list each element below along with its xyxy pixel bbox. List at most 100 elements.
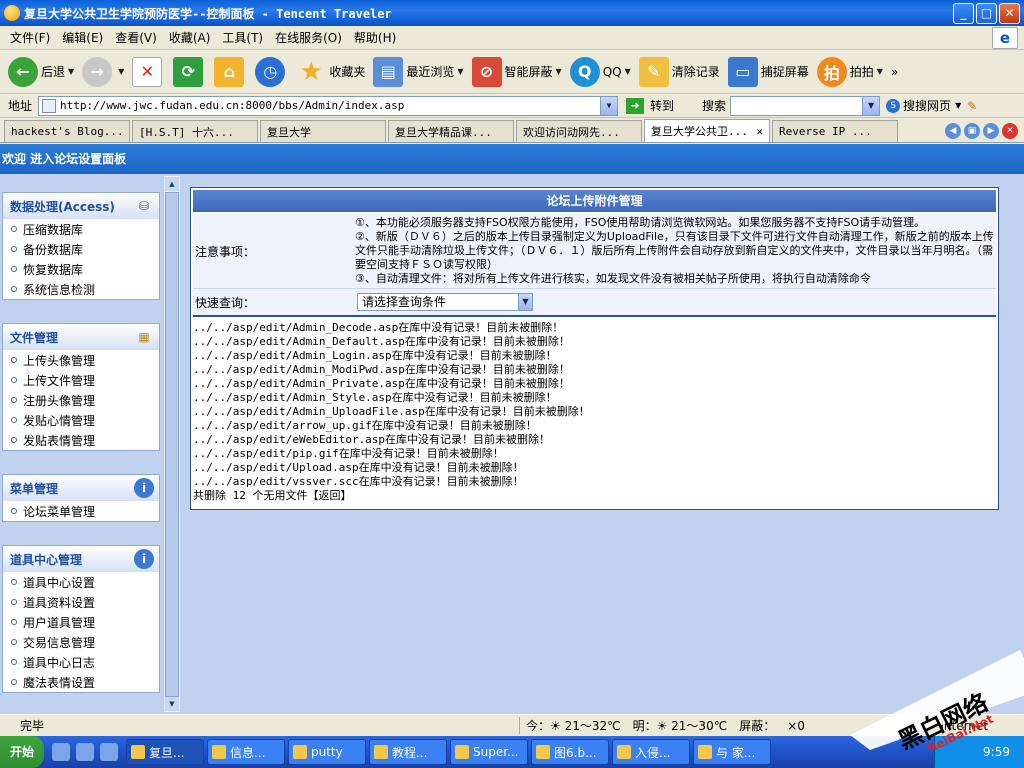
recent-pages-icon: ▤ (373, 56, 404, 87)
page-icon (42, 98, 57, 113)
refresh-button[interactable]: ⟳ (173, 56, 206, 87)
sidebar-item-trade-info[interactable]: 交易信息管理 (3, 632, 159, 652)
menu-edit[interactable]: 编辑(E) (62, 29, 103, 46)
recent-button[interactable]: ▤ 最近浏览 ▼ (373, 56, 464, 87)
minimize-button[interactable]: _ (953, 3, 974, 24)
stop-button[interactable]: ✕ (132, 56, 165, 87)
zone-text: Internet (940, 718, 988, 733)
quick-launch-browser-icon[interactable] (52, 743, 70, 761)
tab-close-icon[interactable]: ✕ (756, 125, 763, 138)
menu-help[interactable]: 帮助(H) (354, 29, 396, 46)
taskbar-item[interactable]: 入侵... (612, 739, 690, 765)
window-icon (617, 745, 631, 759)
scroll-thumb[interactable] (165, 192, 179, 697)
sidebar-item-props-data[interactable]: 道具资料设置 (3, 592, 159, 612)
panel-header[interactable]: 文件管理 ▦ (3, 324, 159, 350)
panel-caption: 论坛上传附件管理 (193, 190, 996, 212)
menu-favorites[interactable]: 收藏(A) (169, 29, 211, 46)
capture-screen-button[interactable]: ▭ 捕捉屏幕 (727, 56, 809, 87)
search-engine-button[interactable]: S 搜搜网页 ▼ (886, 97, 961, 114)
menu-tools[interactable]: 工具(T) (222, 29, 263, 46)
tab-hst[interactable]: [H.S.T] 十六... (132, 120, 258, 142)
select-dropdown-icon[interactable]: ▼ (518, 294, 532, 310)
sidebar-item-props-log[interactable]: 道具中心日志 (3, 652, 159, 672)
taskbar-item[interactable]: 图6.b... (531, 739, 609, 765)
taskbar-item[interactable]: 信息... (207, 739, 285, 765)
menu-online-service[interactable]: 在线服务(O) (275, 29, 342, 46)
taskbar-item[interactable]: 与 家... (693, 739, 771, 765)
brush-icon: ✎ (638, 56, 669, 87)
smart-block-button[interactable]: ⊘ 智能屏蔽 ▼ (471, 56, 562, 87)
tab-list-icon[interactable]: ▣ (964, 123, 980, 139)
tab-controls: ◀ ▣ ▶ ✕ (945, 123, 1018, 139)
panel-header[interactable]: 数据处理(Access) ⛁ (3, 193, 159, 219)
sidebar-item-backup-db[interactable]: 备份数据库 (3, 239, 159, 259)
toolbar-overflow-button[interactable]: » (891, 65, 898, 79)
tab-fudan-courses[interactable]: 复旦大学精品课... (388, 120, 514, 142)
clear-history-button[interactable]: ✎ 清除记录 (638, 56, 720, 87)
tab-fudan-public-health[interactable]: 复旦大学公共卫... ✕ (644, 119, 770, 142)
scroll-up-icon[interactable]: ▲ (165, 177, 179, 191)
taskbar-item[interactable]: Super... (450, 739, 528, 765)
favorites-button[interactable]: ★ 收藏夹 (296, 56, 366, 87)
sidebar-item-system-info[interactable]: 系统信息检测 (3, 279, 159, 299)
sidebar-item-restore-db[interactable]: 恢复数据库 (3, 259, 159, 279)
sidebar-item-register-avatar[interactable]: 注册头像管理 (3, 390, 159, 410)
quick-query-row: 快速查询： 请选择查询条件 ▼ (193, 289, 996, 317)
tab-dvbbs[interactable]: 欢迎访问动网先... (516, 120, 642, 142)
close-button[interactable]: ✕ (999, 3, 1020, 24)
qq-button[interactable]: Q QQ ▼ (569, 56, 631, 87)
sidebar-item-upload-avatar[interactable]: 上传头像管理 (3, 350, 159, 370)
sidebar-item-magic-emoticon[interactable]: 魔法表情设置 (3, 672, 159, 692)
sidebar-item-props-settings[interactable]: 道具中心设置 (3, 572, 159, 592)
tab-back-icon[interactable]: ◀ (945, 123, 961, 139)
scroll-down-icon[interactable]: ▼ (165, 697, 179, 711)
go-button[interactable]: ➜ 转到 (626, 97, 674, 114)
panel-header[interactable]: 菜单管理 i (3, 475, 159, 501)
menu-view[interactable]: 查看(V) (115, 29, 157, 46)
panel-file-management: 文件管理 ▦ 上传头像管理 上传文件管理 注册头像管理 发贴心情管理 发贴表情管理 (2, 323, 160, 451)
menu-file[interactable]: 文件(F) (10, 29, 50, 46)
address-input[interactable]: http://www.jwc.fudan.edu.cn:8000/bbs/Adm… (38, 95, 619, 116)
toolbar: ← 后退 ▼ → ▼ ✕ ⟳ ⌂ ◷ ★ 收藏夹 ▤ 最近浏览 ▼ ⊘ 智能屏蔽 ▼ Q… (0, 50, 1024, 94)
summary-text[interactable]: 共删除 12 个无用文件【返回】 (193, 489, 996, 503)
sidebar-item-forum-menu[interactable]: 论坛菜单管理 (3, 501, 159, 521)
search-dropdown-icon[interactable]: ▼ (862, 96, 880, 115)
history-button[interactable]: ◷ (255, 56, 288, 87)
sidebar-item-compress-db[interactable]: 压缩数据库 (3, 219, 159, 239)
forward-button[interactable]: → ▼ (82, 56, 124, 87)
back-button[interactable]: ← 后退 ▼ (8, 56, 74, 87)
start-button[interactable]: 开始 (0, 736, 44, 768)
back-dropdown-icon[interactable]: ▼ (68, 67, 74, 76)
tab-fudan[interactable]: 复旦大学 (260, 120, 386, 142)
panel-header[interactable]: 道具中心管理 i (3, 546, 159, 572)
taskbar-item[interactable]: putty (288, 739, 366, 765)
query-condition-select[interactable]: 请选择查询条件 ▼ (357, 293, 533, 311)
search-input[interactable]: ▼ (730, 95, 881, 116)
sidebar-item-user-props[interactable]: 用户道具管理 (3, 612, 159, 632)
sidebar-item-upload-file[interactable]: 上传文件管理 (3, 370, 159, 390)
taskbar-item[interactable]: 复旦... (126, 739, 204, 765)
tab-reverse-ip[interactable]: Reverse IP ... (772, 120, 898, 142)
quick-launch-desktop-icon[interactable] (100, 743, 118, 761)
window-icon (698, 745, 712, 759)
notice-text: ①、本功能必须服务器支持FSO权限方能使用，FSO使用帮助请浏览微软网站。如果您… (355, 216, 994, 285)
sidebar-item-post-mood[interactable]: 发贴心情管理 (3, 410, 159, 430)
system-tray: 9:59 (934, 736, 1024, 768)
home-button[interactable]: ⌂ (214, 56, 247, 87)
back-arrow-icon: ← (8, 56, 38, 87)
paipai-button[interactable]: 拍 拍拍 ▼ (816, 56, 883, 87)
sidebar-scrollbar[interactable]: ▲ ▼ (163, 176, 180, 712)
address-dropdown-icon[interactable]: ▼ (600, 96, 618, 115)
tab-bar: hackest's Blog... [H.S.T] 十六... 复旦大学 复旦大… (0, 119, 1024, 143)
pen-icon[interactable]: ✎ (967, 99, 977, 113)
tab-hackest-blog[interactable]: hackest's Blog... (4, 120, 130, 142)
quick-launch-app-icon[interactable] (76, 743, 94, 761)
maximize-button[interactable]: □ (976, 3, 997, 24)
block-count[interactable]: ×0 (781, 719, 811, 733)
star-icon: ★ (299, 56, 323, 87)
tab-forward-icon[interactable]: ▶ (983, 123, 999, 139)
taskbar-item[interactable]: 教程... (369, 739, 447, 765)
sidebar-item-post-emoticon[interactable]: 发贴表情管理 (3, 430, 159, 450)
close-all-tabs-icon[interactable]: ✕ (1002, 123, 1018, 139)
